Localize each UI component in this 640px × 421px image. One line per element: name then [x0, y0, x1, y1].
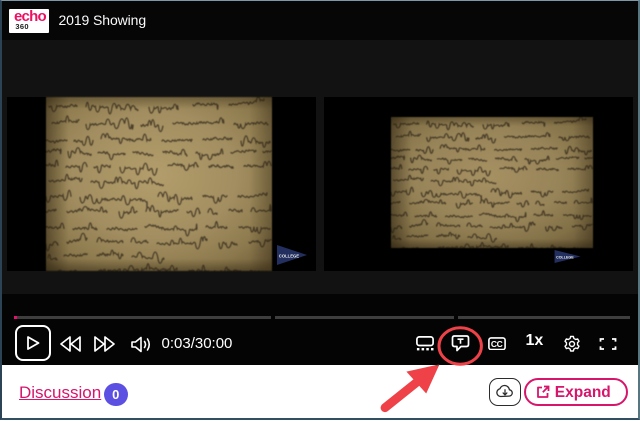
svg-text:COLLEGE: COLLEGE: [556, 256, 574, 260]
svg-text:COLLEGE: COLLEGE: [279, 253, 299, 258]
svg-text:CC: CC: [490, 339, 502, 349]
